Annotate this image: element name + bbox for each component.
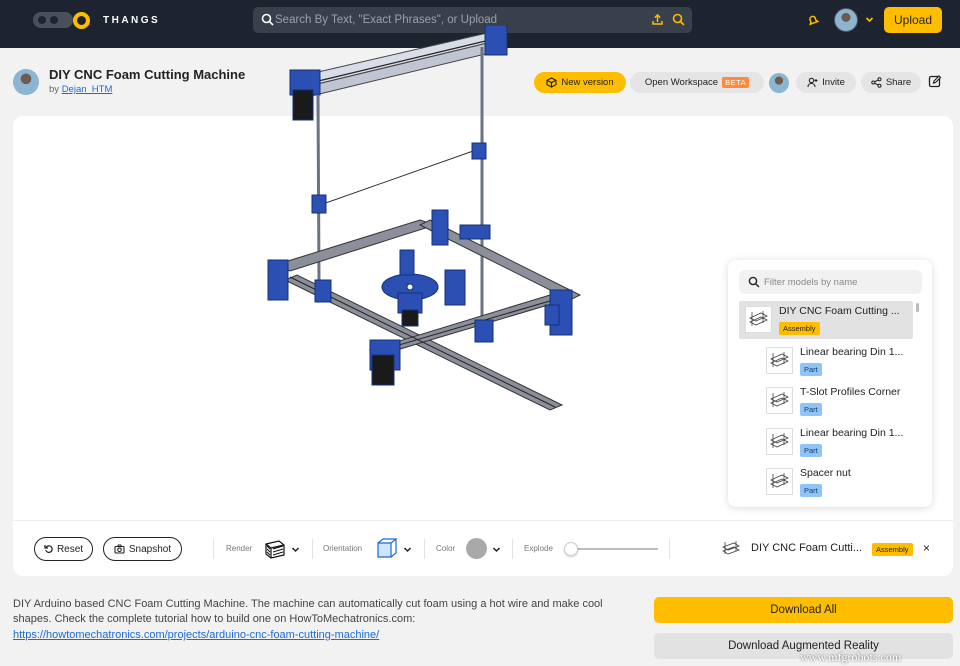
close-icon[interactable]: × [923, 541, 930, 555]
render-label: Render [226, 544, 253, 553]
author-avatar[interactable] [13, 69, 39, 95]
slider-knob[interactable] [564, 542, 578, 556]
cnc-machine-3d-model[interactable] [250, 25, 590, 495]
search-icon [748, 276, 760, 288]
model-description: DIY Arduino based CNC Foam Cutting Machi… [13, 598, 603, 625]
by-prefix: by [49, 84, 60, 95]
invite-label: Invite [822, 77, 845, 88]
user-avatar[interactable] [834, 8, 858, 32]
toolbar-separator [213, 539, 214, 559]
toolbar-separator [312, 539, 313, 559]
beta-badge: BETA [722, 77, 750, 88]
model-thumbnail [766, 468, 793, 495]
open-workspace-button[interactable]: Open Workspace BETA [630, 72, 764, 93]
page-title: DIY CNC Foam Cutting Machine [49, 67, 246, 82]
model-thumbnail [745, 306, 772, 333]
panel-scrollbar[interactable] [916, 303, 919, 312]
snapshot-button[interactable]: Snapshot [103, 537, 182, 561]
filter-box[interactable] [739, 270, 922, 294]
thangs-logo[interactable]: THANGS [33, 11, 160, 29]
toolbar-separator [669, 539, 670, 559]
camera-icon [114, 544, 125, 554]
explode-label: Explode [524, 544, 553, 553]
color-swatch[interactable] [466, 538, 487, 559]
chevron-down-icon[interactable] [291, 545, 300, 554]
item-name: Spacer nut [800, 467, 851, 479]
assembly-badge: Assembly [872, 543, 913, 556]
snapshot-label: Snapshot [128, 543, 172, 555]
model-thumbnail [766, 428, 793, 455]
selected-model-thumbnail [722, 541, 740, 555]
model-thumbnail [766, 387, 793, 414]
chevron-down-icon[interactable] [403, 545, 412, 554]
edit-icon[interactable] [928, 74, 942, 88]
orientation-label: Orientation [323, 544, 363, 553]
part-badge: Part [800, 363, 822, 376]
part-badge: Part [800, 444, 822, 457]
selected-model-name: DIY CNC Foam Cutti... [751, 542, 863, 554]
author-link[interactable]: Dejan_HTM [62, 84, 113, 95]
slider-track [570, 548, 658, 550]
list-item[interactable]: Linear bearing Din 1... Part [760, 423, 920, 461]
search-submit-icon[interactable] [672, 13, 685, 26]
render-mode-icon[interactable] [264, 537, 286, 559]
chevron-down-icon[interactable] [865, 15, 874, 24]
download-all-button[interactable]: Download All [654, 597, 953, 623]
toolbar-separator [424, 539, 425, 559]
collaborator-avatar[interactable] [769, 73, 789, 93]
open-workspace-label: Open Workspace [644, 77, 719, 88]
logo-mark-ring [73, 11, 90, 29]
logo-mark-pill [33, 12, 73, 28]
watermark-text: www.mfgrobots.com [800, 650, 902, 664]
tutorial-link[interactable]: https://howtomechatronics.com/projects/a… [13, 629, 379, 641]
list-item[interactable]: T-Slot Profiles Corner Part [760, 382, 920, 420]
assembly-badge: Assembly [779, 322, 820, 335]
toolbar-separator [512, 539, 513, 559]
reset-label: Reset [56, 543, 84, 555]
item-name: T-Slot Profiles Corner [800, 386, 901, 398]
part-badge: Part [800, 403, 822, 416]
invite-button[interactable]: Invite [796, 72, 856, 93]
list-item[interactable]: DIY CNC Foam Cutting ... Assembly [739, 301, 913, 339]
filter-input[interactable] [764, 270, 914, 294]
upload-search-icon[interactable] [651, 13, 664, 26]
item-name: DIY CNC Foam Cutting ... [779, 305, 900, 317]
upload-button[interactable]: Upload [884, 7, 942, 33]
item-name: Linear bearing Din 1... [800, 346, 904, 358]
logo-wordmark: THANGS [103, 14, 161, 26]
chevron-down-icon[interactable] [492, 545, 501, 554]
list-item[interactable]: Spacer nut Part [760, 463, 920, 501]
share-label: Share [885, 77, 912, 88]
list-item[interactable]: Linear bearing Din 1... Part [760, 342, 920, 380]
part-badge: Part [800, 484, 822, 497]
toolbar-divider [13, 520, 953, 521]
rotate-ccw-icon [44, 545, 53, 553]
explode-slider[interactable] [564, 542, 658, 556]
color-label: Color [436, 544, 456, 553]
author-byline: by Dejan_HTM [49, 84, 112, 95]
orientation-cube-icon[interactable] [376, 537, 398, 559]
model-thumbnail [766, 347, 793, 374]
item-name: Linear bearing Din 1... [800, 427, 904, 439]
add-user-icon [807, 77, 818, 88]
share-button[interactable]: Share [861, 72, 921, 93]
notification-bell-icon[interactable] [806, 13, 820, 27]
share-icon [871, 77, 882, 88]
reset-button[interactable]: Reset [34, 537, 93, 561]
